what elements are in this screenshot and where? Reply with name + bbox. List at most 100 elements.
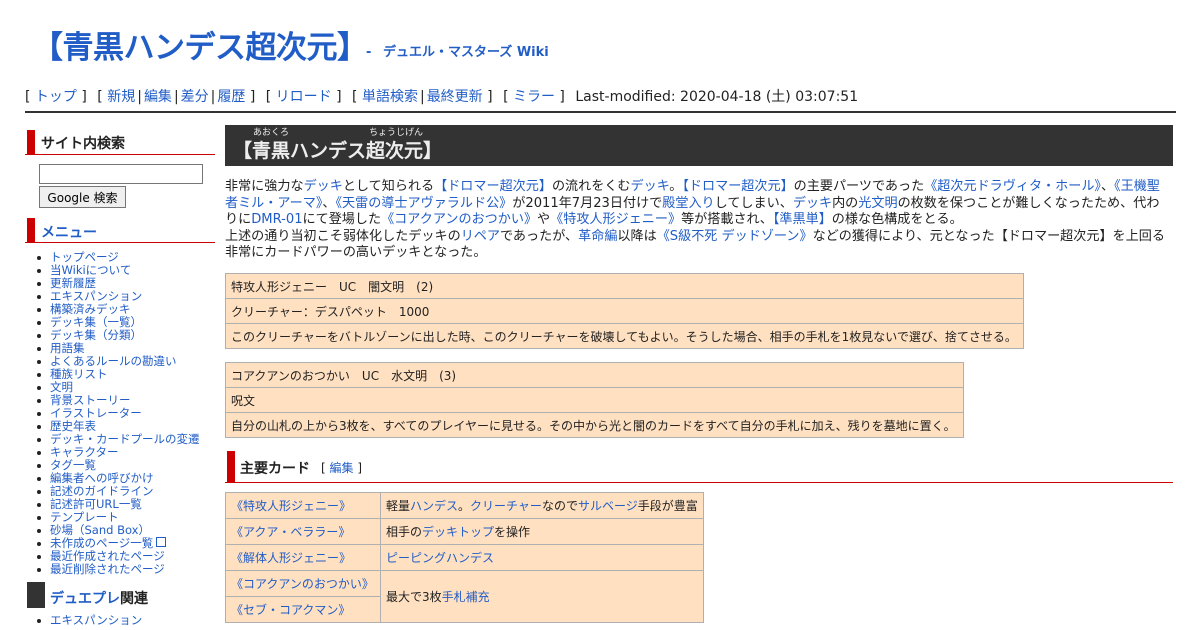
nav-mirror-link[interactable]: ミラー xyxy=(513,89,555,105)
menu-link[interactable]: 更新履歴 xyxy=(50,276,96,290)
google-search-button[interactable]: Google 検索 xyxy=(39,186,126,208)
card-name-link[interactable]: 《セブ・コアクマン》 xyxy=(231,603,350,617)
sidebar-search-heading: サイト内検索 xyxy=(25,128,215,155)
card-box-jenny: 特攻人形ジェニー UC 闇文明 (2) クリーチャー：デスパペット 1000 こ… xyxy=(225,273,1024,349)
menu-link[interactable]: デッキ・カードプールの変遷 xyxy=(50,432,200,446)
menu-link[interactable]: デッキ集（一覧） xyxy=(50,315,142,329)
duepure-heading-rest: 関連 xyxy=(120,591,148,607)
inline-link[interactable]: 《特攻人形ジェニー》 xyxy=(550,212,681,227)
inline-text: 。 xyxy=(458,499,471,513)
header-divider xyxy=(25,111,1176,113)
nav-word-search-link[interactable]: 単語検索 xyxy=(362,89,418,105)
wiki-home-link[interactable]: デュエル・マスターズ Wiki xyxy=(383,45,549,60)
menu-link[interactable]: 未作成のページ一覧 xyxy=(50,536,153,550)
inline-link[interactable]: 《天雷の導士アヴァラルド公》 xyxy=(336,196,513,211)
menu-link[interactable]: 背景ストーリー xyxy=(50,393,131,407)
inline-link[interactable]: DMR-01 xyxy=(251,212,302,227)
menu-link[interactable]: 砂場（Sand Box） xyxy=(50,523,150,537)
card-name-link[interactable]: 《解体人形ジェニー》 xyxy=(231,551,351,565)
nav-edit-link[interactable]: 編集 xyxy=(144,89,172,105)
nav-recent-link[interactable]: 最終更新 xyxy=(427,89,483,105)
table-row: 《コアクアンのおつかい》 最大で3枚手札補充 xyxy=(225,570,704,623)
card-name-link[interactable]: 《特攻人形ジェニー》 xyxy=(231,499,351,513)
menu-link[interactable]: 最近削除されたページ xyxy=(50,562,165,576)
menu-link[interactable]: エキスパンション xyxy=(50,289,142,303)
menu-heading: メニュー xyxy=(25,216,215,243)
external-link-icon xyxy=(156,537,167,547)
menu-link[interactable]: タグ一覧 xyxy=(50,458,96,472)
page-title-bar: あおくろ ちょうじげん 【青黒ハンデス超次元】 xyxy=(225,125,1173,166)
menu-link[interactable]: デッキ集（分類） xyxy=(50,328,142,342)
card-name-link[interactable]: 《コアクアンのおつかい》 xyxy=(231,577,374,591)
nav-top-link[interactable]: トップ xyxy=(35,89,77,105)
inline-link[interactable]: デッキトップ xyxy=(422,525,494,539)
duepure-heading: デュエプレ関連 xyxy=(25,582,215,608)
menu-link[interactable]: テンプレート xyxy=(50,510,119,524)
inline-link[interactable]: 殿堂入り xyxy=(662,196,714,211)
menu-heading-link[interactable]: メニュー xyxy=(41,222,97,242)
menu-link[interactable]: 構築済みデッキ xyxy=(50,302,131,316)
menu-link[interactable]: 編集者への呼びかけ xyxy=(50,471,154,485)
menu-link[interactable]: 用語集 xyxy=(50,341,85,355)
section-edit-link[interactable]: 編集 xyxy=(330,461,354,475)
menu-link[interactable]: 文明 xyxy=(50,380,73,394)
inline-text: 等が搭載され、 xyxy=(681,212,773,227)
inline-link[interactable]: デッキ xyxy=(631,179,670,194)
inline-text: 、 xyxy=(1100,179,1115,194)
section-edit: [ 編集 ] xyxy=(321,461,363,475)
menu-link[interactable]: 歴史年表 xyxy=(50,419,96,433)
inline-link[interactable]: 革命編 xyxy=(578,229,617,244)
inline-text: や xyxy=(537,212,551,227)
inline-text: が2011年7月23日付けで xyxy=(512,195,663,211)
menu-link[interactable]: イラストレーター xyxy=(50,406,142,420)
inline-link[interactable]: 【準黒単】 xyxy=(773,212,832,227)
nav-diff-link[interactable]: 差分 xyxy=(181,89,209,105)
inline-text: 相手の xyxy=(386,525,423,539)
inline-text: 上述の通り当初こそ弱体化したデッキの xyxy=(225,228,461,244)
site-title[interactable]: 【青黒ハンデス超次元】 xyxy=(32,22,368,67)
inline-link[interactable]: 手札補充 xyxy=(442,590,490,604)
inline-link[interactable]: 《超次元ドラヴィタ・ホール》 xyxy=(924,179,1101,194)
card-text: 自分の山札の上から3枚を、すべてのプレイヤーに見せる。その中から光と闇のカードを… xyxy=(225,412,964,438)
duepure-item: エキスパンション xyxy=(36,613,142,627)
menu-item: 最近削除されたページ xyxy=(37,562,200,576)
nav-reload-link[interactable]: リロード xyxy=(276,89,332,105)
inline-link[interactable]: デッキ xyxy=(793,196,832,211)
last-modified: Last-modified: 2020-04-18 (土) 03:07:51 xyxy=(575,89,859,105)
inline-link[interactable]: 《コアクアンのおつかい》 xyxy=(381,212,537,227)
inline-link[interactable]: デッキ xyxy=(304,179,343,194)
section-heading-main-cards: 主要カード [ 編集 ] xyxy=(225,451,1173,483)
inline-link[interactable]: 【ドロマー超次元】 xyxy=(434,179,552,194)
card-header: 特攻人形ジェニー UC 闇文明 (2) xyxy=(225,273,1024,299)
duepure-item-link[interactable]: エキスパンション xyxy=(50,613,142,627)
menu-link[interactable]: キャラクター xyxy=(50,445,119,459)
menu-link[interactable]: よくあるルールの勘違い xyxy=(50,354,177,368)
menu-link[interactable]: 当Wikiについて xyxy=(50,263,131,277)
nav-new-link[interactable]: 新規 xyxy=(107,89,135,105)
inline-text: の主要パーツであった xyxy=(793,179,925,194)
inline-text: 。 xyxy=(669,179,683,194)
inline-link[interactable]: リペア xyxy=(461,229,500,244)
menu-link[interactable]: トップページ xyxy=(50,250,119,264)
table-row: 《アクア・ベララー》 相手のデッキトップを操作 xyxy=(225,518,704,545)
inline-text: 軽量 xyxy=(386,499,411,513)
inline-link[interactable]: ハンデス xyxy=(410,499,458,513)
inline-link[interactable]: クリーチャー xyxy=(470,499,542,513)
inline-link[interactable]: ピーピングハンデス xyxy=(386,551,494,565)
menu-link[interactable]: 記述許可URL一覧 xyxy=(50,497,142,511)
menu-link[interactable]: 種族リスト xyxy=(50,367,108,381)
nav-history-link[interactable]: 履歴 xyxy=(217,89,245,105)
menu-link[interactable]: 記述のガイドライン xyxy=(50,484,154,498)
inline-link[interactable]: サルベージ xyxy=(578,499,638,513)
inline-text: してしまい、 xyxy=(714,195,793,211)
table-row: 《特攻人形ジェニー》 軽量ハンデス。クリーチャーなのでサルベージ手段が豊富 xyxy=(225,492,704,519)
card-description: 最大で3枚手札補充 xyxy=(380,570,704,623)
card-header: コアクアンのおつかい UC 水文明 (3) xyxy=(225,362,964,388)
card-name-link[interactable]: 《アクア・ベララー》 xyxy=(231,525,350,539)
search-input[interactable] xyxy=(39,164,203,184)
menu-link[interactable]: 最近作成されたページ xyxy=(50,549,165,563)
inline-link[interactable]: 光文明 xyxy=(858,196,897,211)
inline-link[interactable]: 《S級不死 デッドゾーン》 xyxy=(657,229,813,244)
inline-link[interactable]: 【ドロマー超次元】 xyxy=(682,179,793,194)
duepure-link[interactable]: デュエプレ xyxy=(50,591,120,607)
